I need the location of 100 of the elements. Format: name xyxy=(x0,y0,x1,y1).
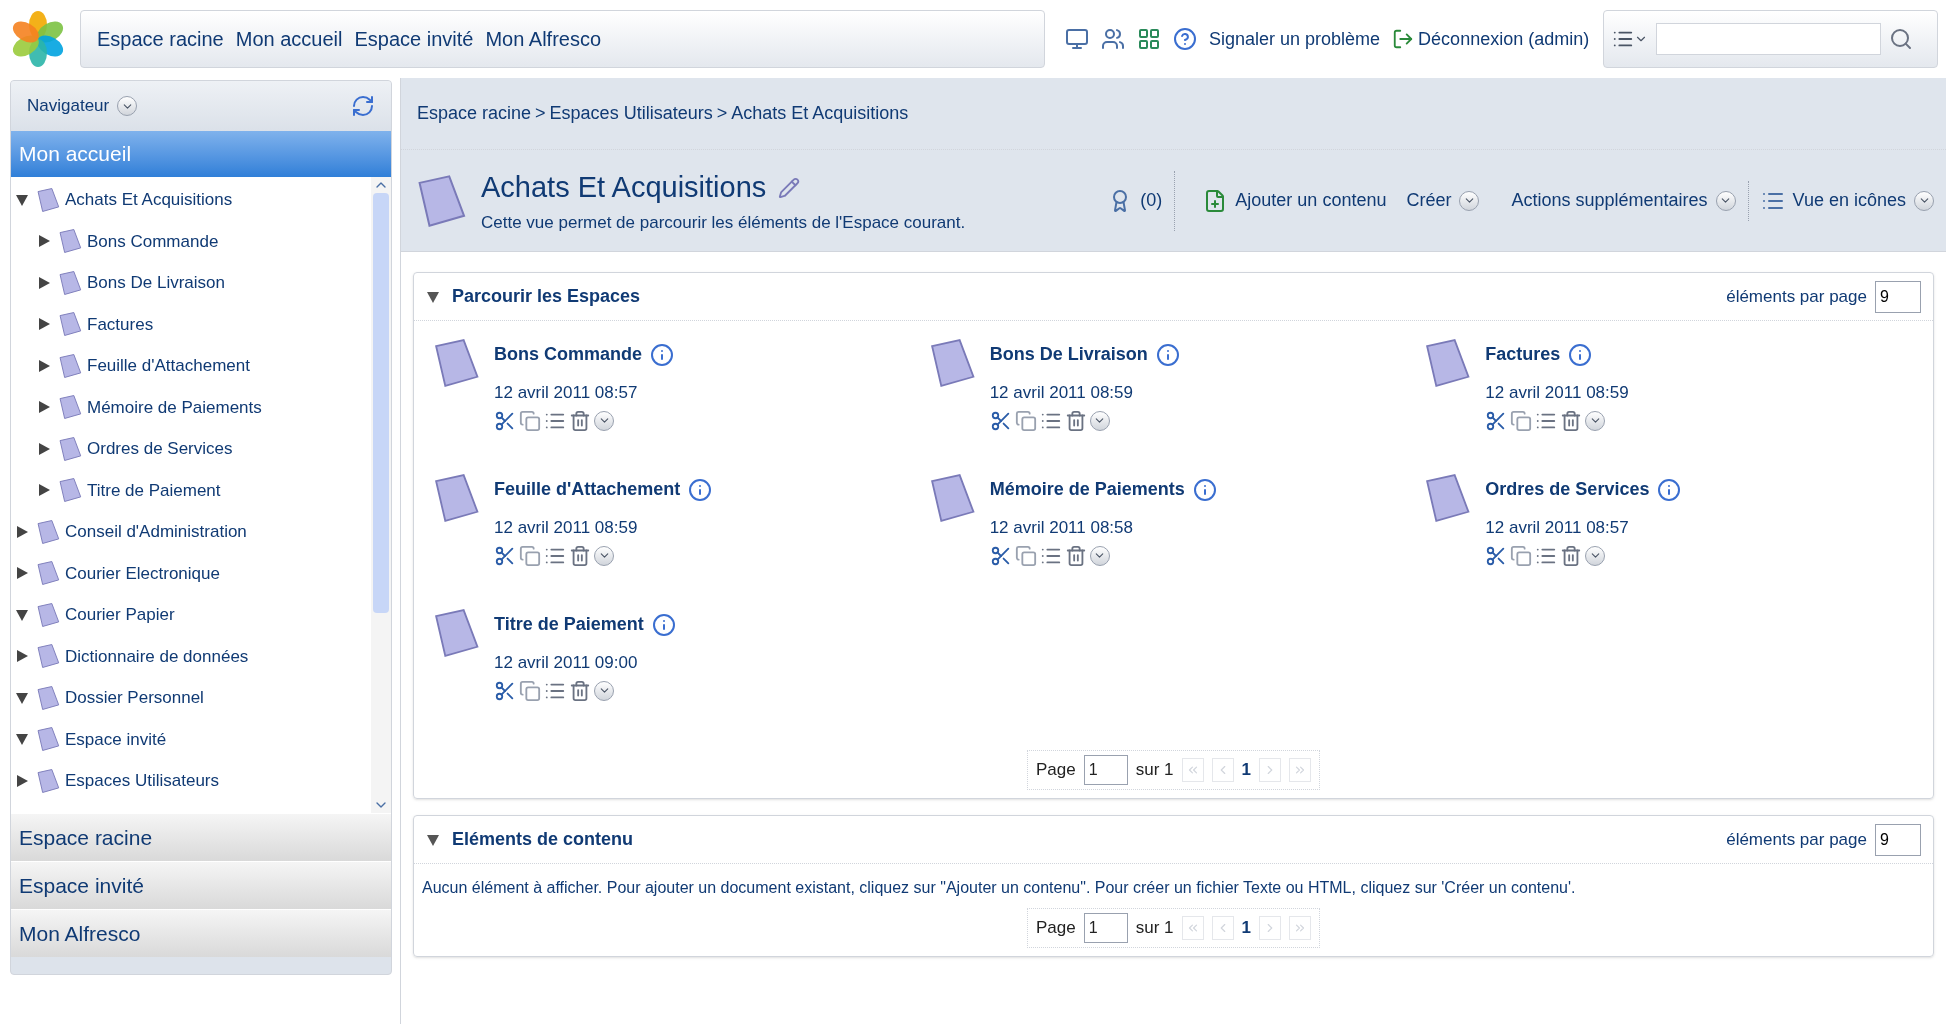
collapse-arrow-icon[interactable] xyxy=(15,732,31,747)
tree-item[interactable]: Courier Papier xyxy=(11,594,371,636)
view-menu-icon[interactable] xyxy=(1914,190,1934,211)
cut-icon[interactable] xyxy=(989,544,1012,567)
nav-link[interactable]: Mon Alfresco xyxy=(485,24,602,54)
edit-icon[interactable] xyxy=(778,176,801,199)
per-page-input[interactable]: 9 xyxy=(1875,823,1921,856)
tree-item[interactable]: Mémoire de Paiements xyxy=(11,386,371,428)
logout-icon[interactable] xyxy=(1392,28,1415,50)
nav-link[interactable]: Mon accueil xyxy=(235,24,343,54)
nav-link[interactable]: Espace racine xyxy=(97,24,224,54)
nav-link[interactable]: Espace invité xyxy=(354,24,474,54)
tree-label: Feuille d'Attachement xyxy=(87,355,250,377)
grid-icon[interactable] xyxy=(1137,27,1161,51)
breadcrumb-link[interactable]: Achats Et Acquisitions xyxy=(731,100,909,127)
search-icon[interactable] xyxy=(1889,27,1913,51)
info-icon[interactable] xyxy=(1568,342,1593,367)
per-page-input[interactable]: 9 xyxy=(1875,280,1921,313)
actions-menu-icon[interactable] xyxy=(594,680,614,701)
current-page: 1 xyxy=(1241,759,1251,782)
space-name-link[interactable]: Ordres de Services xyxy=(1485,476,1650,503)
tree-item[interactable]: Bons Commande xyxy=(11,220,371,262)
collapse-arrow-icon[interactable] xyxy=(15,192,31,207)
tree-item[interactable]: Espace invité xyxy=(11,718,371,760)
delete-icon[interactable] xyxy=(569,544,591,567)
cut-icon[interactable] xyxy=(989,409,1012,432)
navigator-menu-icon[interactable] xyxy=(117,96,138,116)
page-input[interactable]: 1 xyxy=(1083,755,1128,785)
more-actions-menu-icon[interactable] xyxy=(1715,190,1736,211)
actions-menu-icon[interactable] xyxy=(1089,545,1110,566)
more-actions-link[interactable]: Actions supplémentaires xyxy=(1511,187,1708,214)
collapse-arrow-icon[interactable] xyxy=(426,832,440,847)
tree-item[interactable]: Dictionnaire de données xyxy=(11,635,371,677)
space-name-link[interactable]: Titre de Paiement xyxy=(494,611,644,638)
space-name-link[interactable]: Bons Commande xyxy=(494,341,643,368)
tree-item[interactable]: Espaces Utilisateurs xyxy=(11,760,371,802)
tree-label: Titre de Paiement xyxy=(87,479,221,502)
tree-item[interactable]: Courier Electronique xyxy=(11,552,371,594)
space-name-link[interactable]: Feuille d'Attachement xyxy=(494,476,681,503)
create-link[interactable]: Créer xyxy=(1406,187,1452,214)
tree-label: Ordres de Services xyxy=(87,438,233,460)
refresh-icon[interactable] xyxy=(351,94,375,118)
sidebar-section[interactable]: Mon Alfresco xyxy=(11,909,391,957)
tree-item[interactable]: Factures xyxy=(11,303,371,345)
report-problem-link[interactable]: Signaler un problème xyxy=(1209,25,1381,53)
view-mode-link[interactable]: Vue en icônes xyxy=(1792,187,1906,214)
delete-icon[interactable] xyxy=(1560,409,1583,432)
folder-icon xyxy=(35,643,61,670)
info-icon[interactable] xyxy=(650,342,675,367)
info-icon[interactable] xyxy=(651,612,676,637)
info-icon[interactable] xyxy=(1155,342,1180,367)
per-page-label: éléments par page xyxy=(1726,285,1867,308)
delete-icon[interactable] xyxy=(569,679,591,702)
collapse-arrow-icon[interactable] xyxy=(15,690,31,705)
search-field[interactable] xyxy=(1656,23,1881,55)
delete-icon[interactable] xyxy=(1064,409,1087,432)
tree-item[interactable]: Bons De Livraison xyxy=(11,262,371,304)
breadcrumb-link[interactable]: Espaces Utilisateurs xyxy=(549,100,713,127)
info-icon[interactable] xyxy=(1657,477,1682,502)
delete-icon[interactable] xyxy=(569,409,591,432)
sidebar-section[interactable]: Espace invité xyxy=(11,861,391,909)
info-icon[interactable] xyxy=(688,477,713,502)
scrollbar[interactable] xyxy=(371,177,391,813)
folder-icon xyxy=(57,394,83,421)
tree-item[interactable]: Conseil d'Administration xyxy=(11,511,371,553)
logout-link[interactable]: Déconnexion (admin) xyxy=(1418,25,1590,53)
actions-menu-icon[interactable] xyxy=(594,545,614,566)
tree-item[interactable]: Titre de Paiement xyxy=(11,469,371,511)
cut-icon[interactable] xyxy=(494,544,516,567)
per-page-label: éléments par page xyxy=(1726,828,1867,851)
delete-icon[interactable] xyxy=(1064,544,1087,567)
page-input[interactable]: 1 xyxy=(1083,913,1128,943)
tree-item[interactable]: Feuille d'Attachement xyxy=(11,345,371,387)
space-name-link[interactable]: Mémoire de Paiements xyxy=(989,476,1185,503)
add-content-link[interactable]: Ajouter un contenu xyxy=(1235,187,1387,214)
sidebar-section[interactable]: Espace racine xyxy=(11,813,391,861)
tree-item[interactable]: Ordres de Services xyxy=(11,428,371,470)
space-date: 12 avril 2011 08:59 xyxy=(494,517,639,539)
create-menu-icon[interactable] xyxy=(1459,190,1480,211)
page-total: sur 1 xyxy=(1135,917,1174,940)
cut-icon[interactable] xyxy=(494,409,516,432)
help-icon[interactable] xyxy=(1173,27,1197,51)
cut-icon[interactable] xyxy=(494,679,516,702)
actions-menu-icon[interactable] xyxy=(1585,410,1606,431)
tree-item[interactable]: Dossier Personnel xyxy=(11,677,371,719)
monitor-icon[interactable] xyxy=(1065,27,1089,51)
actions-menu-icon[interactable] xyxy=(1089,410,1110,431)
delete-icon[interactable] xyxy=(1560,544,1583,567)
info-icon[interactable] xyxy=(1192,477,1217,502)
space-name-link[interactable]: Factures xyxy=(1485,341,1561,368)
collapse-arrow-icon[interactable] xyxy=(15,607,31,622)
tree-item[interactable]: Achats Et Acquisitions xyxy=(11,179,371,221)
actions-menu-icon[interactable] xyxy=(594,410,614,431)
folder-icon xyxy=(57,311,83,338)
actions-menu-icon[interactable] xyxy=(1585,545,1606,566)
breadcrumb-link[interactable]: Espace racine xyxy=(417,100,532,127)
users-icon[interactable] xyxy=(1101,27,1125,51)
space-name-link[interactable]: Bons De Livraison xyxy=(989,341,1148,368)
tree-label: Courier Papier xyxy=(65,604,175,626)
collapse-arrow-icon[interactable] xyxy=(426,289,440,304)
